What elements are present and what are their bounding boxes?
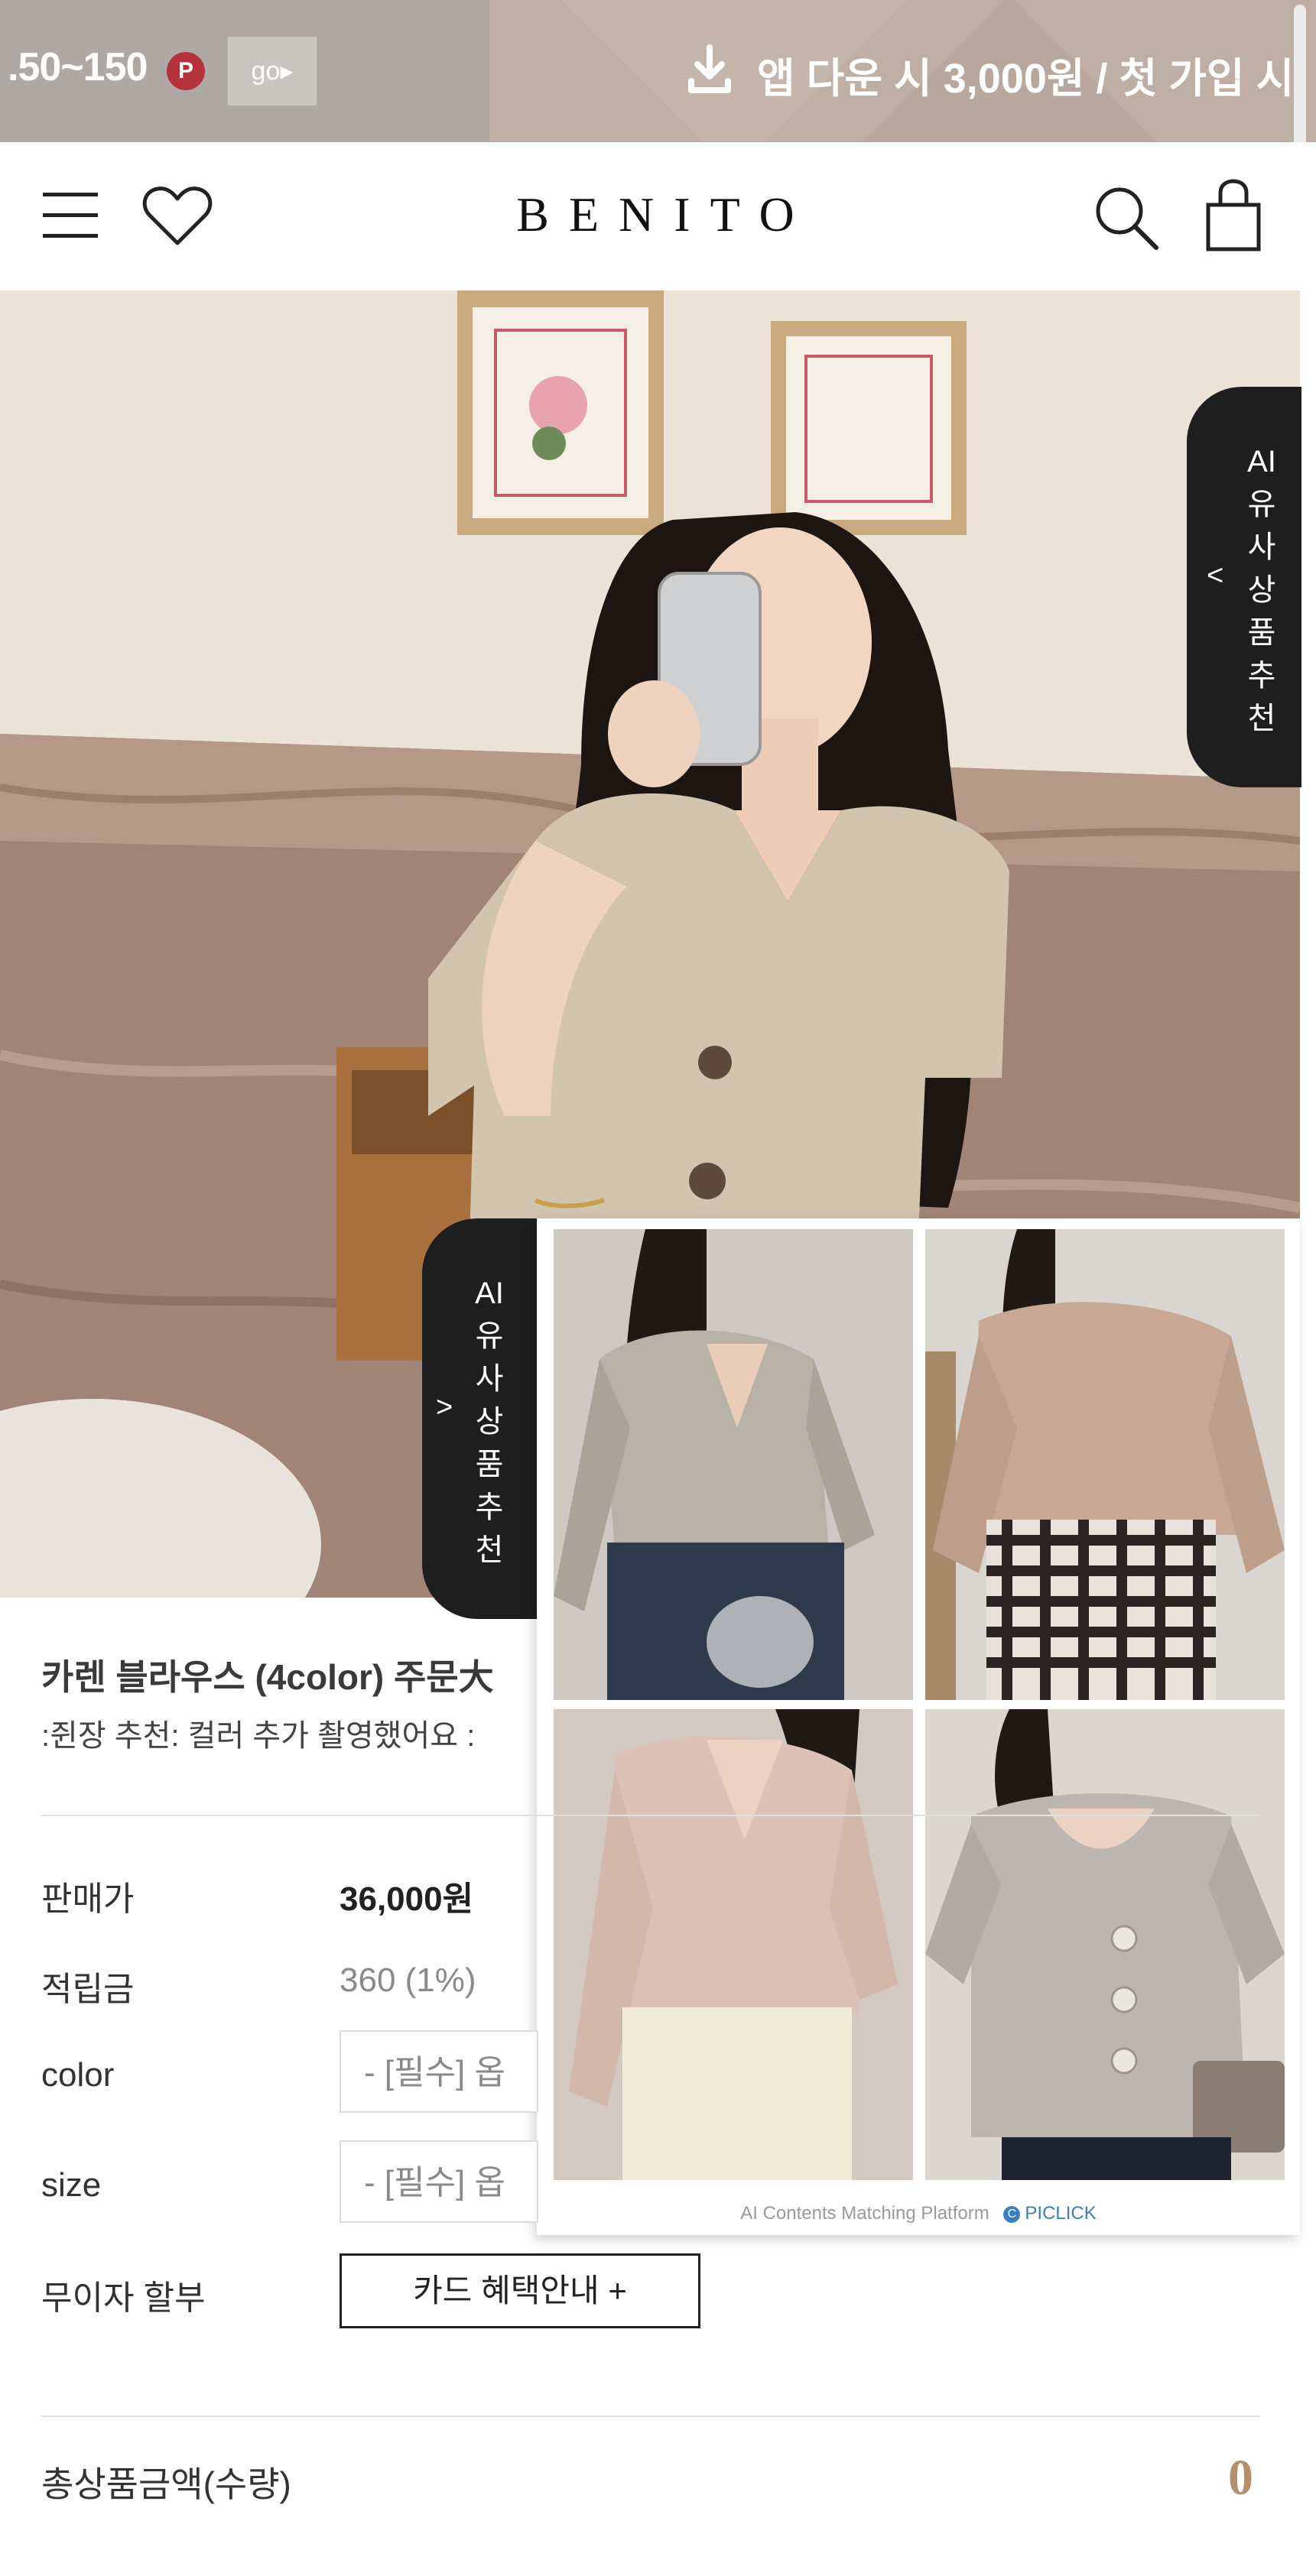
size-label: size xyxy=(41,2166,102,2204)
color-select[interactable]: - [필수] 옵 xyxy=(340,2030,538,2113)
points-value: 360 (1%) xyxy=(340,1961,476,1999)
installment-label: 무이자 할부 xyxy=(41,2279,206,2317)
recommended-product-image xyxy=(554,1229,913,1700)
promo-banner[interactable]: .50~150 P go▸ 앱 다운 시 3,000원 / 첫 가입 시 xyxy=(0,0,1316,148)
points-label: 적립금 xyxy=(41,1971,135,2008)
size-select[interactable]: - [필수] 옵 xyxy=(340,2140,538,2223)
ai-recommend-panel: AI Contents Matching Platform C PICLICK xyxy=(537,1218,1300,2235)
total-price-value: 0 xyxy=(1228,2450,1253,2506)
site-header: BENITO xyxy=(0,142,1316,290)
card-benefit-button[interactable]: 카드 혜택안내 + xyxy=(340,2253,700,2328)
point-promo[interactable]: .50~150 P go▸ xyxy=(0,0,489,142)
menu-icon[interactable] xyxy=(43,188,98,243)
recommend-footer-text: AI Contents Matching Platform xyxy=(740,2203,989,2224)
divider xyxy=(41,1815,1260,1816)
chevron-left-icon: < xyxy=(1207,560,1224,592)
recommend-footer: AI Contents Matching Platform C PICLICK xyxy=(537,2203,1300,2224)
download-icon xyxy=(688,44,731,93)
point-badge: P xyxy=(167,52,205,90)
recommended-product-image xyxy=(925,1229,1285,1700)
piclick-logo-icon: C xyxy=(1003,2205,1021,2223)
shopping-bag-icon[interactable] xyxy=(1205,179,1262,252)
recommended-product-image xyxy=(554,1709,913,2180)
recommended-product[interactable] xyxy=(554,1709,913,2180)
chevron-right-icon: > xyxy=(436,1391,453,1423)
search-icon[interactable] xyxy=(1092,183,1159,251)
price-label: 판매가 xyxy=(41,1880,135,1918)
heart-icon[interactable] xyxy=(142,185,213,248)
ai-recommend-tab-collapsed[interactable]: < AI 유사상품추천 xyxy=(1187,387,1301,787)
recommended-product[interactable] xyxy=(554,1229,913,1700)
site-logo[interactable]: BENITO xyxy=(474,187,856,243)
recommended-product-image xyxy=(925,1709,1285,2180)
product-subtitle: :쥔장 추천: 컬러 추가 촬영했어요 : xyxy=(41,1719,476,1753)
ai-recommend-tab-expanded[interactable]: > AI 유사상품추천 xyxy=(422,1218,537,1619)
app-download-text: 앱 다운 시 3,000원 / 첫 가입 시 xyxy=(757,56,1295,102)
recommended-product[interactable] xyxy=(925,1229,1285,1700)
recommended-product[interactable] xyxy=(925,1709,1285,2180)
ai-recommend-label: AI 유사상품추천 xyxy=(475,1277,504,1567)
product-title: 카렌 블라우스 (4color) 주문大 xyxy=(41,1657,494,1697)
total-price-label: 총상품금액(수량) xyxy=(41,2464,291,2504)
ai-recommend-label: AI 유사상품추천 xyxy=(1247,445,1276,735)
go-button[interactable]: go▸ xyxy=(228,37,317,105)
point-range-text: .50~150 xyxy=(8,45,148,89)
divider xyxy=(41,2415,1260,2417)
piclick-brand[interactable]: PICLICK xyxy=(1025,2203,1096,2224)
color-label: color xyxy=(41,2056,115,2094)
price-value: 36,000원 xyxy=(340,1880,474,1918)
scrollbar[interactable] xyxy=(1294,5,1306,148)
